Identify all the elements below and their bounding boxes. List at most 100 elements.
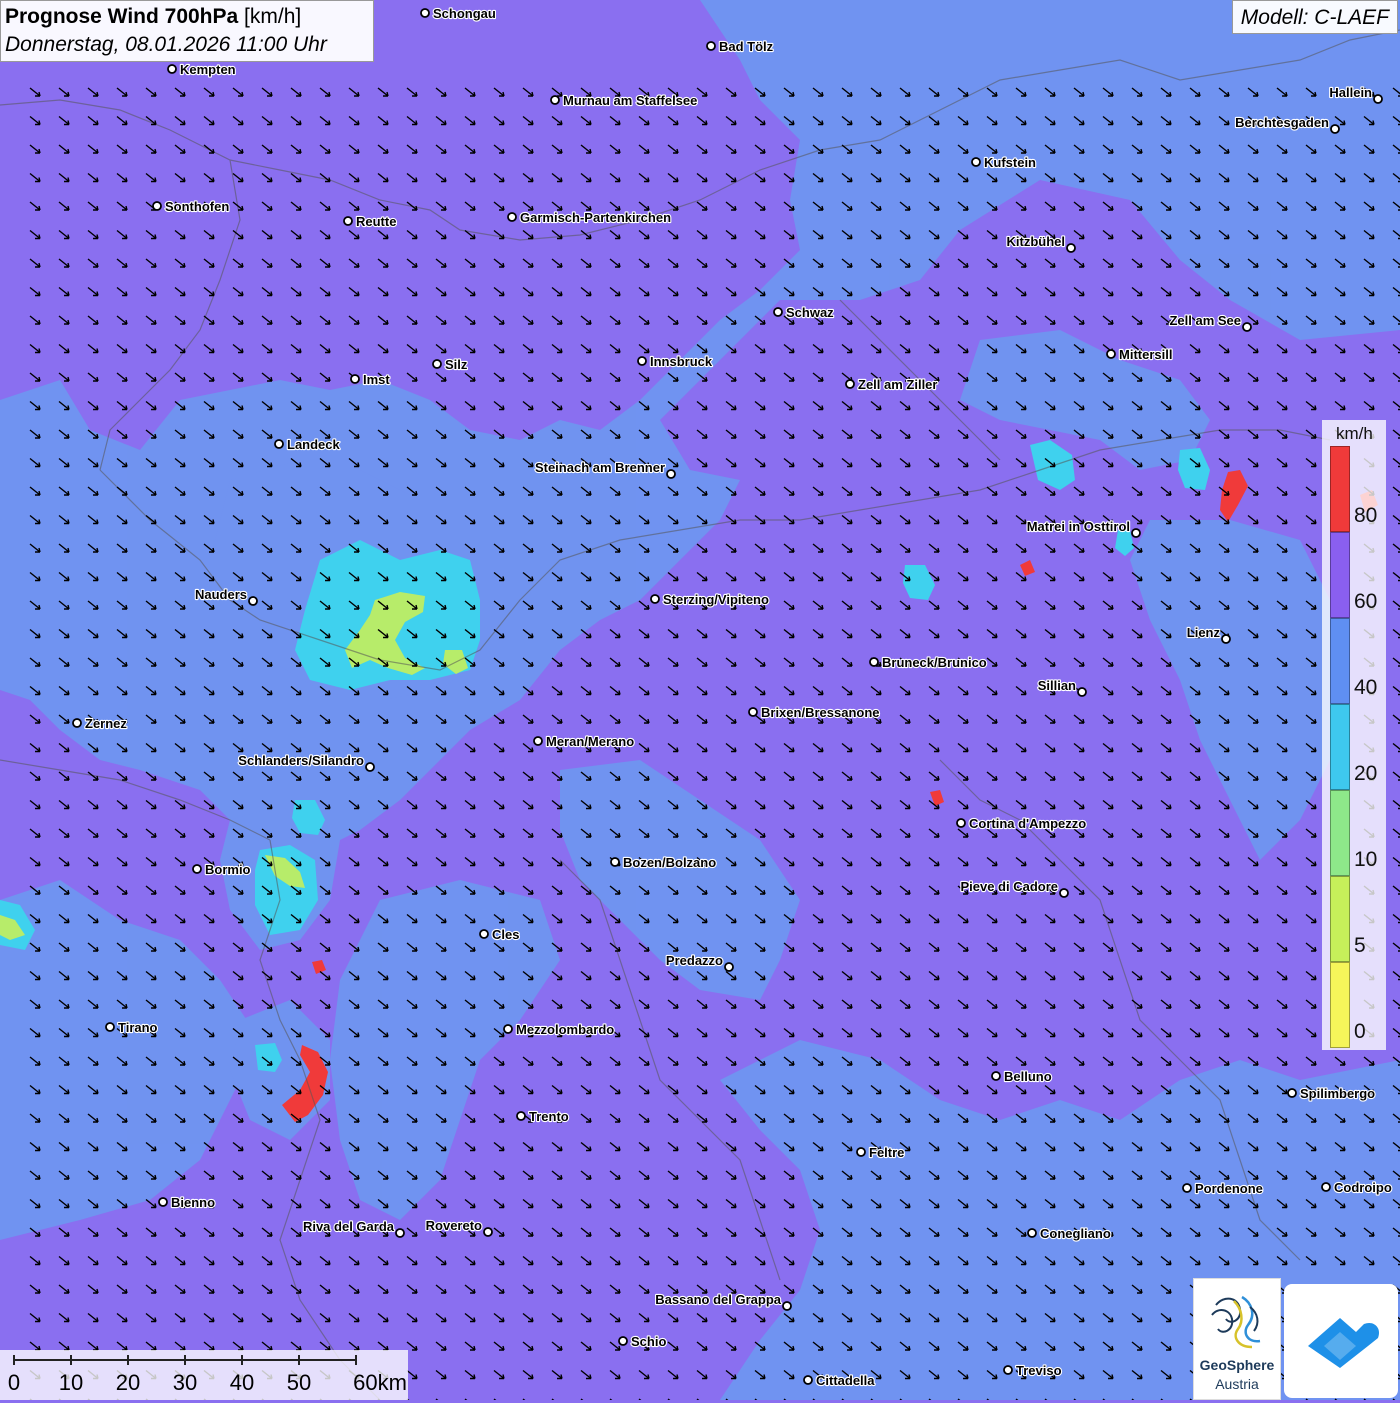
geosphere-logo[interactable]: GeoSphere Austria bbox=[1193, 1278, 1281, 1400]
scale-label-10: 10 bbox=[58, 1370, 84, 1395]
city-label: Murnau am Staffelsee bbox=[563, 93, 697, 108]
legend-color-60 bbox=[1330, 532, 1350, 618]
city-label: Schongau bbox=[433, 6, 496, 21]
city-dot bbox=[343, 216, 353, 226]
city-dot bbox=[1131, 528, 1141, 538]
city-dot bbox=[432, 359, 442, 369]
map-canvas: Schongau Bad Tölz Kempten Murnau am Staffel… bbox=[0, 0, 1400, 1400]
city-label: Mezzolombardo bbox=[516, 1022, 614, 1037]
city-label: Lienz bbox=[1187, 625, 1221, 640]
city-label: Riva del Garda bbox=[303, 1219, 395, 1234]
city-marker[interactable]: Meran/Merano bbox=[533, 733, 635, 750]
city-dot bbox=[503, 1024, 513, 1034]
model-label: Modell: C-LAEF bbox=[1231, 0, 1398, 34]
city-marker[interactable]: Pordenone bbox=[1182, 1180, 1264, 1197]
legend-color-80 bbox=[1330, 446, 1350, 532]
city-marker[interactable]: Zell am Ziller bbox=[845, 376, 939, 393]
city-label: Schio bbox=[631, 1334, 666, 1349]
city-label: Rovereto bbox=[426, 1218, 482, 1233]
city-label: Tirano bbox=[118, 1020, 158, 1035]
city-dot bbox=[1077, 687, 1087, 697]
city-marker[interactable]: Cortina d'Ampezzo bbox=[956, 815, 1087, 832]
city-marker[interactable]: Sonthofen bbox=[152, 198, 230, 215]
wind-map[interactable]: Schongau Bad Tölz Kempten Murnau am Staffel… bbox=[0, 0, 1400, 1400]
city-label: Bruneck/Brunico bbox=[882, 655, 987, 670]
legend-label-0: 0 bbox=[1354, 1020, 1366, 1043]
city-dot bbox=[1221, 634, 1231, 644]
weather-app-logo[interactable] bbox=[1284, 1284, 1398, 1398]
city-label: Bienno bbox=[171, 1195, 215, 1210]
city-dot bbox=[507, 212, 517, 222]
city-dot bbox=[748, 707, 758, 717]
city-label: Meran/Merano bbox=[546, 734, 634, 749]
city-dot bbox=[1287, 1088, 1297, 1098]
city-dot bbox=[395, 1228, 405, 1238]
city-dot bbox=[1330, 124, 1340, 134]
city-marker[interactable]: Bruneck/Brunico bbox=[869, 654, 988, 671]
city-label: Trento bbox=[529, 1109, 569, 1124]
city-label: Cles bbox=[492, 927, 519, 942]
city-dot bbox=[1242, 322, 1252, 332]
map-title: Prognose Wind 700hPa [km/h] bbox=[5, 3, 369, 31]
legend-unit: km/h bbox=[1336, 424, 1373, 443]
scale-label-50: 50 bbox=[286, 1370, 312, 1395]
city-marker[interactable]: Murnau am Staffelsee bbox=[550, 92, 698, 109]
city-label: Zell am See bbox=[1169, 313, 1241, 328]
city-label: Schlanders/Silandro bbox=[238, 753, 364, 768]
scale-label-60km: 60km bbox=[353, 1370, 407, 1395]
city-label: Kufstein bbox=[984, 155, 1036, 170]
city-label: Sillian bbox=[1038, 678, 1076, 693]
city-marker[interactable]: Bozen/Bolzano bbox=[610, 854, 717, 871]
city-dot bbox=[618, 1336, 628, 1346]
city-dot bbox=[782, 1301, 792, 1311]
city-dot bbox=[483, 1227, 493, 1237]
geosphere-emblem-icon bbox=[1211, 1295, 1261, 1349]
geosphere-country: Austria bbox=[1215, 1376, 1259, 1392]
city-dot bbox=[479, 929, 489, 939]
city-dot bbox=[1182, 1183, 1192, 1193]
city-marker[interactable]: Spilimbergo bbox=[1287, 1085, 1376, 1102]
city-dot bbox=[152, 201, 162, 211]
city-dot bbox=[1373, 94, 1383, 104]
city-dot bbox=[773, 307, 783, 317]
city-dot bbox=[516, 1111, 526, 1121]
city-dot bbox=[550, 95, 560, 105]
city-marker[interactable]: Brixen/Bressanone bbox=[748, 704, 881, 721]
city-label: Cortina d'Ampezzo bbox=[969, 816, 1086, 831]
city-dot bbox=[105, 1022, 115, 1032]
city-marker[interactable]: Garmisch-Partenkirchen bbox=[507, 209, 672, 226]
city-label: Brixen/Bressanone bbox=[761, 705, 880, 720]
city-label: Treviso bbox=[1016, 1363, 1062, 1378]
city-label: Spilimbergo bbox=[1300, 1086, 1375, 1101]
city-marker[interactable]: Mezzolombardo bbox=[503, 1021, 615, 1038]
city-dot bbox=[192, 864, 202, 874]
city-dot bbox=[274, 439, 284, 449]
city-dot bbox=[803, 1375, 813, 1385]
city-label: Bassano del Grappa bbox=[655, 1292, 781, 1307]
city-dot bbox=[856, 1147, 866, 1157]
legend-color-20 bbox=[1330, 704, 1350, 790]
city-dot bbox=[956, 818, 966, 828]
legend-color-40 bbox=[1330, 618, 1350, 704]
city-dot bbox=[1059, 888, 1069, 898]
legend-label-20: 20 bbox=[1354, 762, 1378, 785]
city-dot bbox=[72, 718, 82, 728]
city-dot bbox=[845, 379, 855, 389]
city-label: Matrei in Osttirol bbox=[1027, 519, 1130, 534]
city-dot bbox=[869, 657, 879, 667]
city-dot bbox=[533, 736, 543, 746]
city-label: Sterzing/Vipiteno bbox=[663, 592, 769, 607]
legend-color-5 bbox=[1330, 876, 1350, 962]
city-label: Steinach am Brenner bbox=[535, 460, 665, 475]
city-dot bbox=[706, 41, 716, 51]
city-dot bbox=[724, 962, 734, 972]
city-marker[interactable]: Schongau bbox=[420, 5, 497, 22]
city-dot bbox=[158, 1197, 168, 1207]
scale-label-30: 30 bbox=[172, 1370, 198, 1395]
city-dot bbox=[248, 596, 258, 606]
scale-bar: 0 10 20 30 40 50 60km bbox=[0, 1350, 408, 1400]
city-marker[interactable]: Innsbruck bbox=[637, 353, 714, 370]
city-label: Bozen/Bolzano bbox=[623, 855, 716, 870]
city-marker[interactable]: Sterzing/Vipiteno bbox=[650, 591, 770, 608]
city-marker[interactable]: Conegliano bbox=[1027, 1225, 1112, 1242]
